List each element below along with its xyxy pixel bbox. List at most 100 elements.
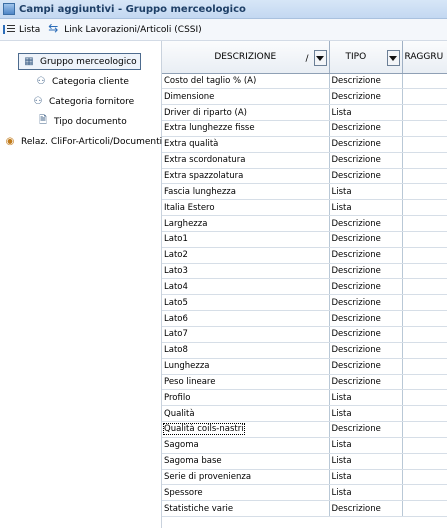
table-row[interactable]: Extra spazzolatura Descrizione xyxy=(162,168,447,185)
cell-raggruppamento[interactable] xyxy=(402,73,447,90)
cell-raggruppamento[interactable] xyxy=(402,247,447,264)
cell-raggruppamento[interactable] xyxy=(402,453,447,470)
table-row[interactable]: Sagoma base Lista xyxy=(162,453,447,470)
cell-tipo[interactable]: Descrizione xyxy=(329,136,403,153)
table-row[interactable]: Lato1 Descrizione xyxy=(162,231,447,248)
cell-descrizione[interactable]: Qualità coils-nastri xyxy=(162,421,330,438)
cell-descrizione[interactable]: Profilo xyxy=(162,389,330,407)
table-row[interactable]: Driver di riparto (A) Lista xyxy=(162,104,447,122)
table-row[interactable]: Profilo Lista xyxy=(162,389,447,407)
table-row[interactable]: Fascia lunghezza Lista xyxy=(162,183,447,201)
cell-descrizione[interactable]: Qualità xyxy=(162,405,330,423)
table-row[interactable]: Lato4 Descrizione xyxy=(162,278,447,296)
table-row[interactable]: Lato3 Descrizione xyxy=(162,263,447,280)
cell-tipo[interactable]: Lista xyxy=(329,437,403,454)
cell-raggruppamento[interactable] xyxy=(402,294,447,312)
cell-raggruppamento[interactable] xyxy=(402,310,447,327)
cell-raggruppamento[interactable] xyxy=(402,152,447,169)
cell-tipo[interactable]: Descrizione xyxy=(329,231,403,248)
table-row[interactable]: Italia Estero Lista xyxy=(162,199,447,217)
cell-raggruppamento[interactable] xyxy=(402,437,447,454)
cell-raggruppamento[interactable] xyxy=(402,104,447,122)
cell-tipo[interactable]: Descrizione xyxy=(329,88,403,106)
cell-raggruppamento[interactable] xyxy=(402,484,447,502)
list-button[interactable]: Lista xyxy=(3,24,40,35)
cell-descrizione[interactable]: Lato2 xyxy=(162,247,330,264)
cell-raggruppamento[interactable] xyxy=(402,263,447,280)
cell-descrizione[interactable]: Statistiche varie xyxy=(162,500,330,518)
table-row[interactable]: Sagoma Lista xyxy=(162,437,447,454)
cell-descrizione[interactable]: Fascia lunghezza xyxy=(162,183,330,201)
cell-descrizione[interactable]: Lunghezza xyxy=(162,358,330,375)
cell-descrizione[interactable]: Lato7 xyxy=(162,326,330,343)
cell-tipo[interactable]: Descrizione xyxy=(329,374,403,391)
table-row[interactable]: Extra scordonatura Descrizione xyxy=(162,152,447,169)
table-row[interactable]: Lato2 Descrizione xyxy=(162,247,447,264)
cell-descrizione[interactable]: Extra qualità xyxy=(162,136,330,153)
table-row[interactable]: Spessore Lista xyxy=(162,484,447,502)
cell-tipo[interactable]: Descrizione xyxy=(329,152,403,169)
table-row[interactable]: Lato5 Descrizione xyxy=(162,294,447,312)
cell-descrizione[interactable]: Italia Estero xyxy=(162,199,330,217)
cell-raggruppamento[interactable] xyxy=(402,183,447,201)
cell-descrizione[interactable]: Dimensione xyxy=(162,88,330,106)
sidebar-item-categoria-cliente[interactable]: ⚇ Categoria cliente xyxy=(34,73,129,90)
table-row[interactable]: Extra qualità Descrizione xyxy=(162,136,447,153)
table-row[interactable]: Lato7 Descrizione xyxy=(162,326,447,343)
table-row[interactable]: Qualità Lista xyxy=(162,405,447,423)
cell-raggruppamento[interactable] xyxy=(402,358,447,375)
sidebar-item-categoria-fornitore[interactable]: ⚇ Categoria fornitore xyxy=(31,93,135,110)
table-row[interactable]: Costo del taglio % (A) Descrizione xyxy=(162,73,447,90)
cell-tipo[interactable]: Lista xyxy=(329,389,403,407)
table-row[interactable]: Peso lineare Descrizione xyxy=(162,374,447,391)
cell-descrizione[interactable]: Lato1 xyxy=(162,231,330,248)
table-row[interactable]: Larghezza Descrizione xyxy=(162,215,447,232)
cell-raggruppamento[interactable] xyxy=(402,199,447,217)
cell-tipo[interactable]: Descrizione xyxy=(329,73,403,90)
cell-tipo[interactable]: Descrizione xyxy=(329,310,403,327)
cell-tipo[interactable]: Descrizione xyxy=(329,168,403,185)
table-row[interactable]: Qualità coils-nastri Descrizione xyxy=(162,421,447,438)
cell-tipo[interactable]: Descrizione xyxy=(329,215,403,232)
cell-tipo[interactable]: Descrizione xyxy=(329,342,403,359)
cell-descrizione[interactable]: Sagoma xyxy=(162,437,330,454)
column-header-descrizione[interactable]: DESCRIZIONE / xyxy=(162,41,330,74)
table-row[interactable]: Lato8 Descrizione xyxy=(162,342,447,359)
cell-raggruppamento[interactable] xyxy=(402,500,447,518)
cell-descrizione[interactable]: Peso lineare xyxy=(162,374,330,391)
table-row[interactable]: Dimensione Descrizione xyxy=(162,88,447,106)
cell-raggruppamento[interactable] xyxy=(402,168,447,185)
cell-raggruppamento[interactable] xyxy=(402,342,447,359)
cell-raggruppamento[interactable] xyxy=(402,231,447,248)
cell-raggruppamento[interactable] xyxy=(402,278,447,296)
cell-tipo[interactable]: Descrizione xyxy=(329,247,403,264)
cell-tipo[interactable]: Lista xyxy=(329,104,403,122)
cell-tipo[interactable]: Descrizione xyxy=(329,358,403,375)
table-row[interactable]: Extra lunghezze fisse Descrizione xyxy=(162,120,447,137)
cell-tipo[interactable]: Descrizione xyxy=(329,326,403,343)
cell-descrizione[interactable]: Sagoma base xyxy=(162,453,330,470)
filter-dropdown-icon[interactable] xyxy=(313,50,327,66)
cell-descrizione[interactable]: Lato6 xyxy=(162,310,330,327)
sidebar-item-relaz-clifor[interactable]: ◉ Relaz. CliFor-Articoli/Documenti xyxy=(3,133,163,150)
table-row[interactable]: Serie di provenienza Lista xyxy=(162,469,447,486)
table-row[interactable]: Statistiche varie Descrizione xyxy=(162,500,447,518)
cell-tipo[interactable]: Descrizione xyxy=(329,421,403,438)
cell-descrizione[interactable]: Lato4 xyxy=(162,278,330,296)
filter-dropdown-icon[interactable] xyxy=(386,50,400,66)
link-lavorazioni-button[interactable]: Link Lavorazioni/Articoli (CSSI) xyxy=(48,21,201,35)
cell-raggruppamento[interactable] xyxy=(402,88,447,106)
cell-tipo[interactable]: Lista xyxy=(329,183,403,201)
cell-tipo[interactable]: Descrizione xyxy=(329,500,403,518)
sidebar-item-tipo-documento[interactable]: 🗎 Tipo documento xyxy=(36,113,127,130)
cell-descrizione[interactable]: Serie di provenienza xyxy=(162,469,330,486)
cell-descrizione[interactable]: Extra spazzolatura xyxy=(162,168,330,185)
cell-tipo[interactable]: Lista xyxy=(329,199,403,217)
cell-raggruppamento[interactable] xyxy=(402,469,447,486)
cell-tipo[interactable]: Lista xyxy=(329,484,403,502)
table-row[interactable]: Lato6 Descrizione xyxy=(162,310,447,327)
sidebar-item-gruppo-merceologico[interactable]: ▦ Gruppo merceologico xyxy=(18,53,141,70)
cell-descrizione[interactable]: Spessore xyxy=(162,484,330,502)
cell-raggruppamento[interactable] xyxy=(402,405,447,423)
cell-raggruppamento[interactable] xyxy=(402,374,447,391)
